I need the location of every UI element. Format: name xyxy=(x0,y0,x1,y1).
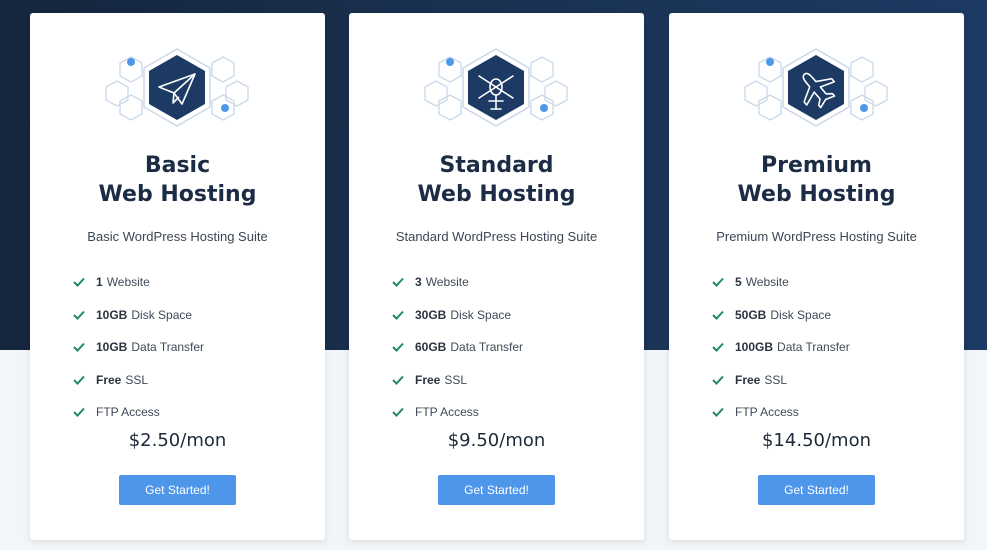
check-icon xyxy=(392,278,404,288)
plan-subtitle: Basic WordPress Hosting Suite xyxy=(87,229,268,244)
feature-list: 3 Website 30GB Disk Space 60GB Data Transfe… xyxy=(391,266,621,429)
plan-subtitle: Premium WordPress Hosting Suite xyxy=(716,229,917,244)
get-started-button[interactable]: Get Started! xyxy=(758,475,875,505)
feature-item: Free SSL xyxy=(72,364,302,397)
plan-price: $14.50/mon xyxy=(761,430,871,451)
feature-item: 10GB Disk Space xyxy=(72,299,302,332)
check-icon xyxy=(712,375,724,385)
feature-item: 5 Website xyxy=(711,266,941,299)
pricing-card-standard: Standard Web Hosting Standard WordPress … xyxy=(349,13,644,540)
feature-list: 1 Website 10GB Disk Space 10GB Data Transfe… xyxy=(72,266,302,429)
check-icon xyxy=(712,343,724,353)
pricing-card-basic: Basic Web Hosting Basic WordPress Hostin… xyxy=(30,13,325,540)
get-started-button[interactable]: Get Started! xyxy=(119,475,236,505)
pricing-card-premium: Premium Web Hosting Premium WordPress Ho… xyxy=(669,13,964,540)
check-icon xyxy=(392,343,404,353)
feature-item: 10GB Data Transfer xyxy=(72,331,302,364)
check-icon xyxy=(392,408,404,418)
feature-item: Free SSL xyxy=(711,364,941,397)
feature-item: 50GB Disk Space xyxy=(711,299,941,332)
get-started-button[interactable]: Get Started! xyxy=(438,475,555,505)
plan-title: Premium Web Hosting xyxy=(737,153,896,207)
check-icon xyxy=(73,278,85,288)
check-icon xyxy=(712,310,724,320)
plan-icon-badge xyxy=(102,43,252,133)
plan-icon-badge xyxy=(741,43,891,133)
check-icon xyxy=(73,310,85,320)
check-icon xyxy=(73,343,85,353)
feature-item: 1 Website xyxy=(72,266,302,299)
plan-title: Basic Web Hosting xyxy=(98,153,257,207)
plan-icon-badge xyxy=(421,43,571,133)
feature-list: 5 Website 50GB Disk Space 100GB Data Transf… xyxy=(711,266,941,429)
plan-price: $9.50/mon xyxy=(447,430,546,451)
plan-subtitle: Standard WordPress Hosting Suite xyxy=(395,229,598,244)
check-icon xyxy=(712,278,724,288)
check-icon xyxy=(392,310,404,320)
check-icon xyxy=(73,375,85,385)
feature-item: FTP Access xyxy=(72,396,302,429)
plan-price: $2.50/mon xyxy=(128,430,227,451)
feature-item: Free SSL xyxy=(391,364,621,397)
feature-item: 60GB Data Transfer xyxy=(391,331,621,364)
check-icon xyxy=(392,375,404,385)
feature-item: 30GB Disk Space xyxy=(391,299,621,332)
check-icon xyxy=(712,408,724,418)
check-icon xyxy=(73,408,85,418)
feature-item: FTP Access xyxy=(391,396,621,429)
feature-item: 100GB Data Transfer xyxy=(711,331,941,364)
feature-item: 3 Website xyxy=(391,266,621,299)
plan-title: Standard Web Hosting xyxy=(417,153,576,207)
feature-item: FTP Access xyxy=(711,396,941,429)
